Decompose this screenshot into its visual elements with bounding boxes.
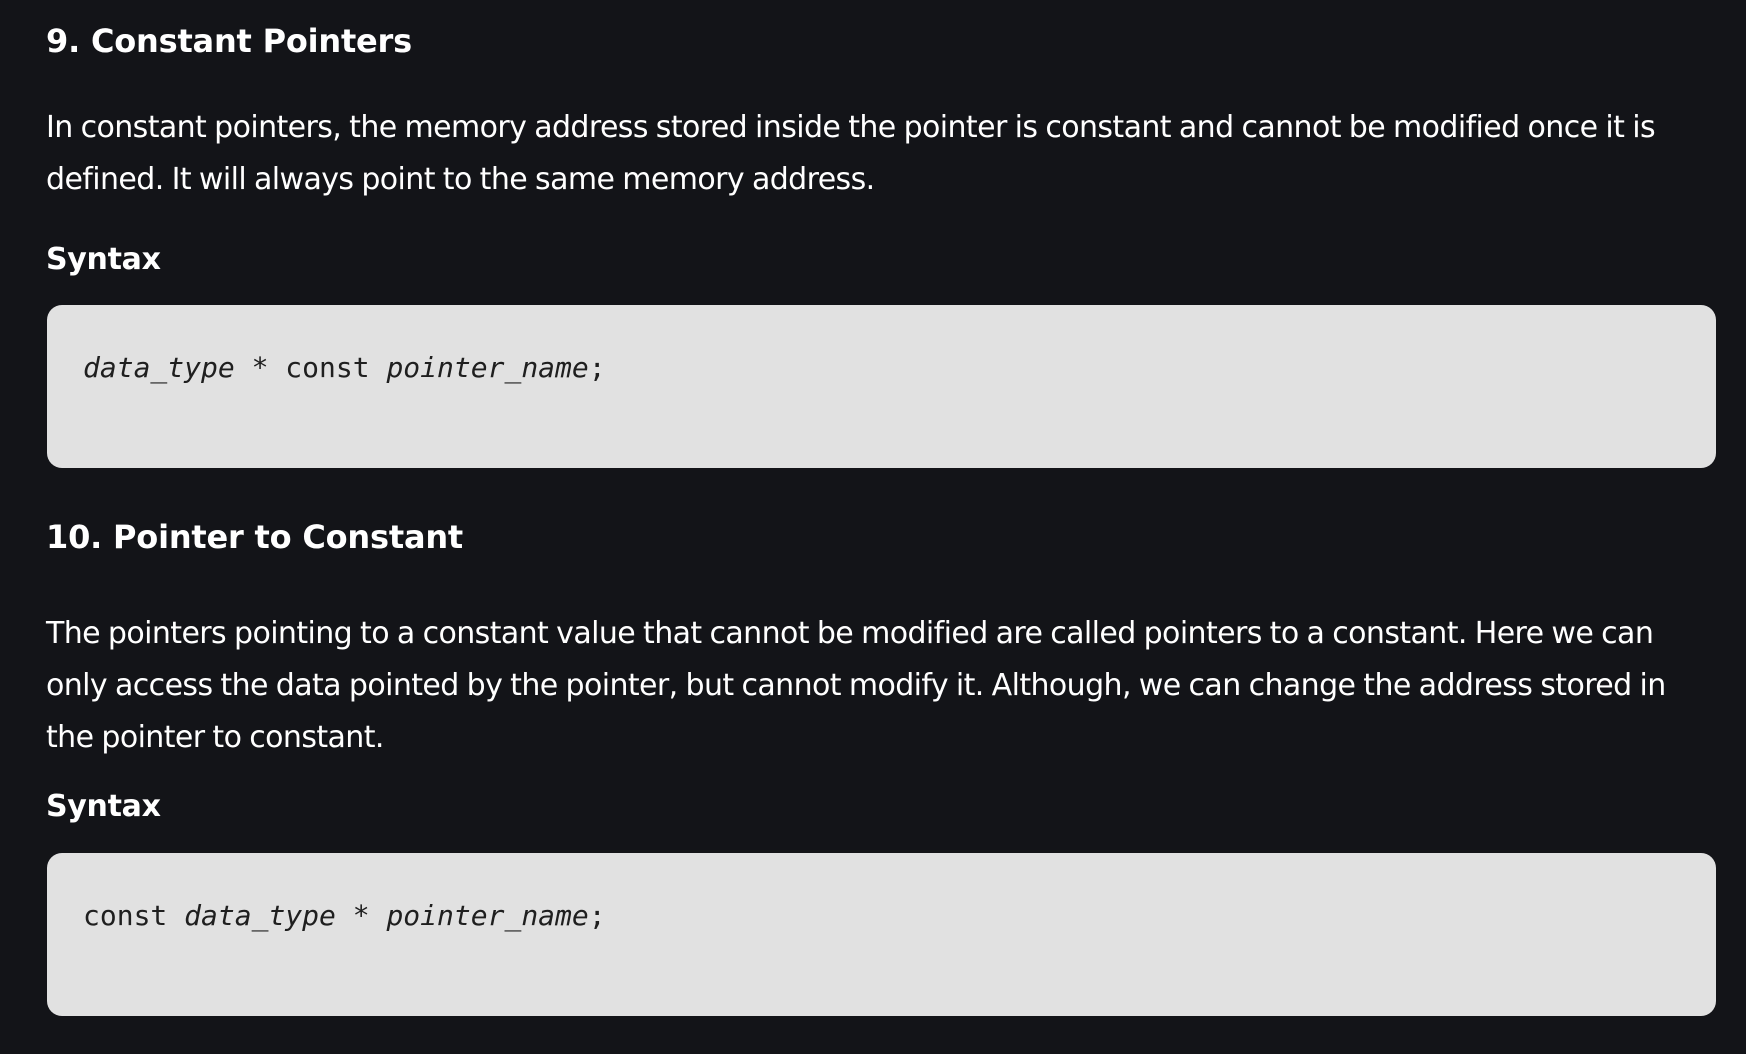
code-token: data_type xyxy=(184,899,336,932)
section-heading-constant-pointers: 9. Constant Pointers xyxy=(46,22,412,60)
paragraph-line: only access the data pointed by the poin… xyxy=(46,668,1666,703)
code-block-pointer-to-constant-syntax: const data_type * pointer_name; xyxy=(47,853,1716,1016)
article-content: 9. Constant Pointers In constant pointer… xyxy=(0,0,1746,1054)
paragraph-line: defined. It will always point to the sam… xyxy=(46,162,875,197)
code-token: * xyxy=(234,351,286,384)
code-token: * xyxy=(335,899,387,932)
paragraph-line: In constant pointers, the memory address… xyxy=(46,110,1656,145)
section-heading-pointer-to-constant: 10. Pointer to Constant xyxy=(46,518,464,556)
code-token: pointer_name xyxy=(386,899,589,932)
code-token: ; xyxy=(588,899,606,932)
paragraph-line: the pointer to constant. xyxy=(46,720,384,755)
code-token: ; xyxy=(588,351,606,384)
code-token-keyword: const xyxy=(285,351,370,384)
paragraph-line: The pointers pointing to a constant valu… xyxy=(46,616,1654,651)
code-token: pointer_name xyxy=(386,351,589,384)
section-paragraph-constant-pointers: In constant pointers, the memory address… xyxy=(46,102,1716,206)
code-token-keyword: const xyxy=(83,899,168,932)
syntax-label: Syntax xyxy=(46,242,161,277)
code-token: data_type xyxy=(83,351,235,384)
section-paragraph-pointer-to-constant: The pointers pointing to a constant valu… xyxy=(46,608,1716,764)
syntax-label: Syntax xyxy=(46,789,161,824)
code-block-constant-pointer-syntax: data_type * const pointer_name; xyxy=(47,305,1716,468)
